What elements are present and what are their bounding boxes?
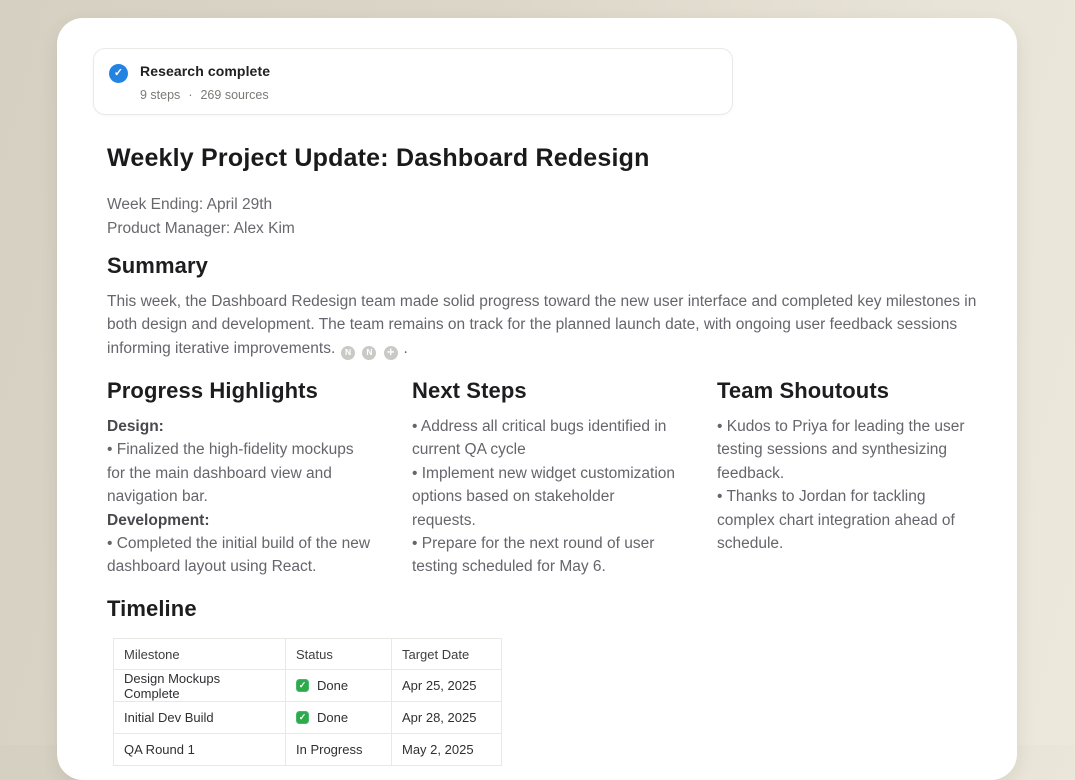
summary-trailing-period: . <box>404 340 408 357</box>
status-cell: In Progress <box>286 734 392 766</box>
milestone-cell: QA Round 1 <box>114 734 286 766</box>
highlights-columns: Progress Highlights Design: • Finalized … <box>107 376 985 579</box>
target-date-cell: Apr 25, 2025 <box>392 670 502 702</box>
timeline-table: Milestone Status Target Date Design Mock… <box>113 638 502 766</box>
page-title: Weekly Project Update: Dashboard Redesig… <box>107 142 977 174</box>
milestone-cell: Initial Dev Build <box>114 702 286 734</box>
bullet-item: • Completed the initial build of the new… <box>107 532 375 579</box>
section-progress-highlights: Progress Highlights Design: • Finalized … <box>107 376 375 579</box>
progress-highlights-heading: Progress Highlights <box>107 376 375 406</box>
summary-text: This week, the Dashboard Redesign team m… <box>107 293 976 357</box>
bullet-item: • Kudos to Priya for leading the user te… <box>717 415 985 485</box>
development-label: Development: <box>107 509 375 532</box>
research-sources-count: 269 sources <box>200 88 268 102</box>
bullet-item: • Implement new widget customization opt… <box>412 462 680 532</box>
research-steps-count: 9 steps <box>140 88 180 102</box>
bullet-item: • Finalized the high-fidelity mockups fo… <box>107 438 375 508</box>
notion-icon[interactable]: N <box>362 346 376 360</box>
research-status-title: Research complete <box>140 63 270 79</box>
document-page: ✓ Research complete 9 steps · 269 source… <box>57 18 1017 780</box>
milestone-column-header: Milestone <box>114 639 286 670</box>
next-steps-heading: Next Steps <box>412 376 680 406</box>
research-status-meta: 9 steps · 269 sources <box>140 88 270 102</box>
team-shoutouts-heading: Team Shoutouts <box>717 376 985 406</box>
milestone-cell: Design Mockups Complete <box>114 670 286 702</box>
status-label: Done <box>317 678 348 693</box>
bullet-item: • Prepare for the next round of user tes… <box>412 532 680 579</box>
done-check-icon: ✓ <box>296 679 309 692</box>
status-label: In Progress <box>296 742 362 757</box>
target-date-cell: May 2, 2025 <box>392 734 502 766</box>
summary-paragraph: This week, the Dashboard Redesign team m… <box>107 290 979 360</box>
status-label: Done <box>317 710 348 725</box>
bullet-item: • Address all critical bugs identified i… <box>412 415 680 462</box>
product-manager-line: Product Manager: Alex Kim <box>107 217 977 241</box>
bullet-item: • Thanks to Jordan for tackling complex … <box>717 485 985 555</box>
table-row: Initial Dev Build ✓ Done Apr 28, 2025 <box>114 702 502 734</box>
status-cell: ✓ Done <box>286 702 392 734</box>
summary-heading: Summary <box>107 251 208 281</box>
slack-icon[interactable]: ✛ <box>384 346 398 360</box>
target-date-cell: Apr 28, 2025 <box>392 702 502 734</box>
table-header-row: Milestone Status Target Date <box>114 639 502 670</box>
research-complete-check-icon: ✓ <box>109 64 128 83</box>
timeline-heading: Timeline <box>107 594 197 624</box>
research-status-card[interactable]: ✓ Research complete 9 steps · 269 source… <box>93 48 733 115</box>
section-team-shoutouts: Team Shoutouts • Kudos to Priya for lead… <box>717 376 985 579</box>
document-meta: Week Ending: April 29th Product Manager:… <box>107 193 977 240</box>
table-row: QA Round 1 In Progress May 2, 2025 <box>114 734 502 766</box>
table-row: Design Mockups Complete ✓ Done Apr 25, 2… <box>114 670 502 702</box>
dot-separator: · <box>188 88 192 102</box>
done-check-icon: ✓ <box>296 711 309 724</box>
research-card-text: Research complete 9 steps · 269 sources <box>140 63 270 114</box>
status-column-header: Status <box>286 639 392 670</box>
week-ending-line: Week Ending: April 29th <box>107 193 977 217</box>
target-date-column-header: Target Date <box>392 639 502 670</box>
design-label: Design: <box>107 415 375 438</box>
notion-icon[interactable]: N <box>341 346 355 360</box>
status-cell: ✓ Done <box>286 670 392 702</box>
section-next-steps: Next Steps • Address all critical bugs i… <box>412 376 680 579</box>
